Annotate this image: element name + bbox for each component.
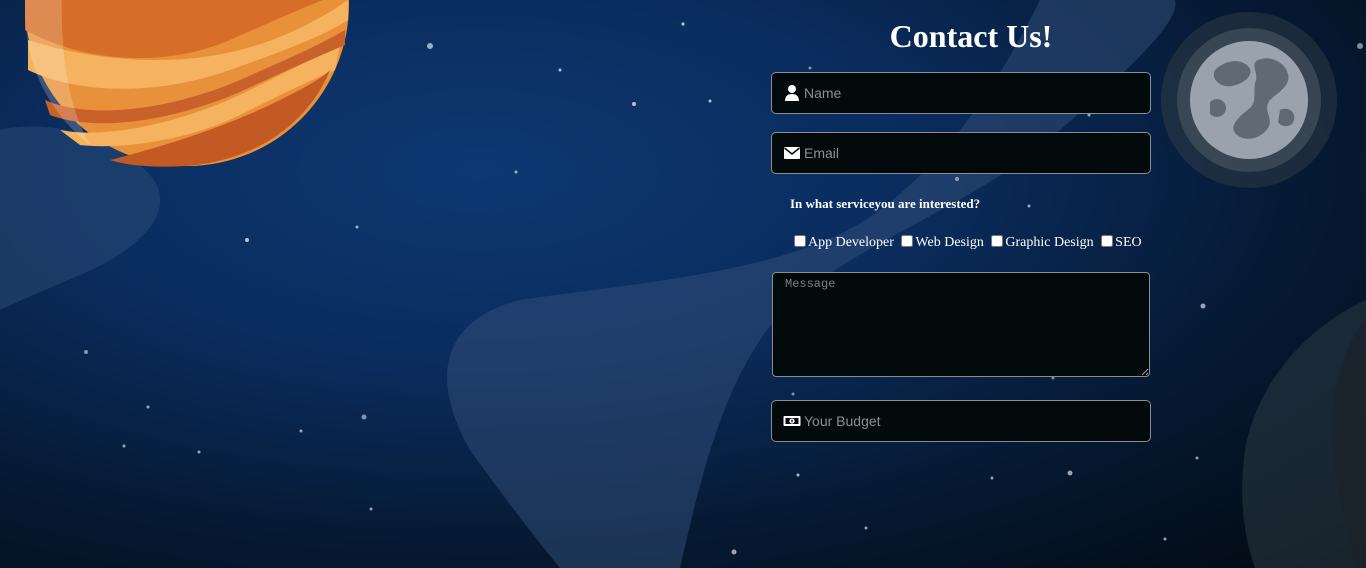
service-option-app-developer[interactable]: App Developer [794,235,894,250]
service-label: Web Design [915,235,984,250]
app-developer-checkbox[interactable] [794,235,806,247]
web-design-checkbox[interactable] [901,235,914,247]
page-title: Contact Us! [889,18,1053,54]
email-field[interactable] [771,132,1151,174]
service-option-web-design[interactable]: Web Design [901,235,984,250]
service-option-seo[interactable]: SEO [1101,235,1142,250]
space-background [0,0,1366,568]
graphic-design-checkbox[interactable] [991,235,1004,247]
message-textarea[interactable] [772,272,1150,377]
service-option-graphic-design[interactable]: Graphic Design [991,235,1094,250]
service-checkbox-group: App Developer Web Design Graphic Design … [794,235,1142,251]
service-label: App Developer [808,235,894,250]
budget-input[interactable] [804,401,1144,441]
service-label: SEO [1115,235,1142,250]
envelope-icon [784,147,800,159]
user-icon [785,85,799,101]
money-bill-icon [783,416,801,426]
budget-field[interactable] [771,400,1151,442]
moon-icon [1161,12,1337,188]
service-label: Graphic Design [1005,235,1094,250]
email-input[interactable] [804,133,1144,173]
seo-checkbox[interactable] [1101,235,1114,247]
service-question: In what serviceyou are interested? [790,196,981,211]
name-input[interactable] [804,73,1144,113]
name-field[interactable] [771,72,1151,114]
